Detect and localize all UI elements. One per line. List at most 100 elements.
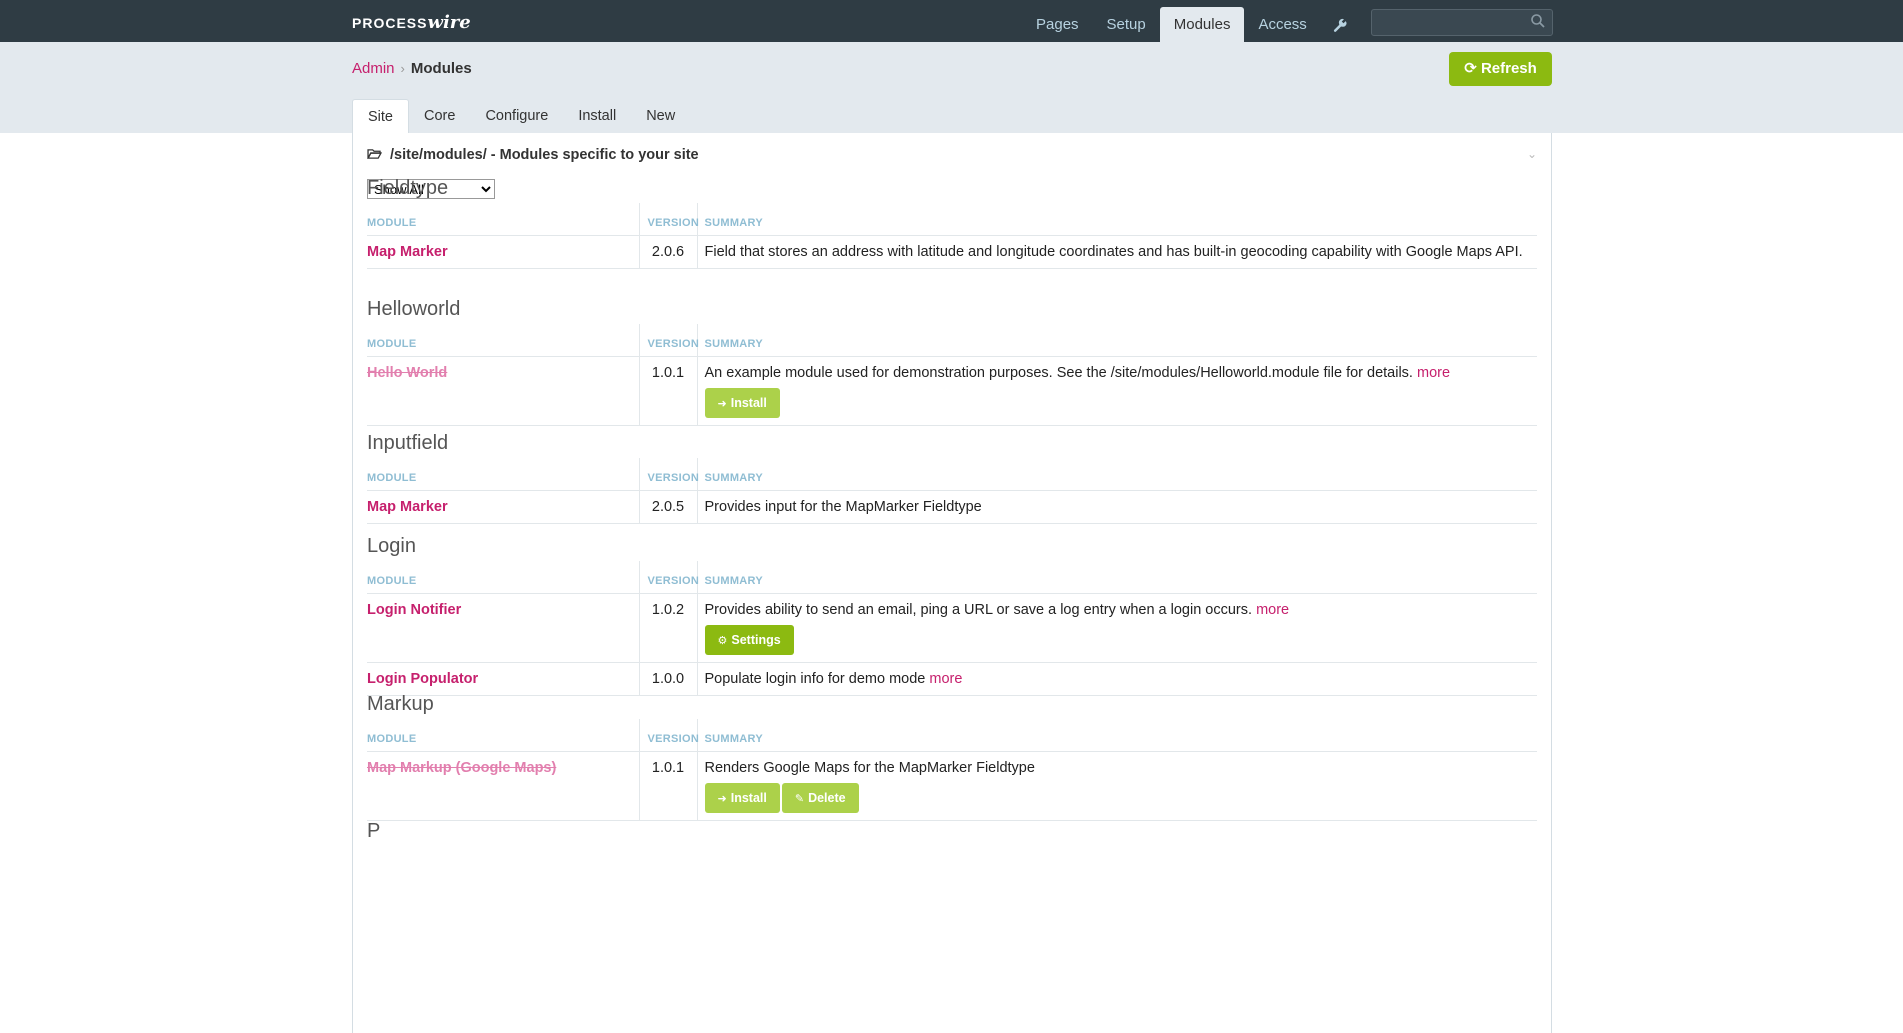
table-row: Login Notifier 1.0.2 Provides ability to s…: [367, 593, 1537, 663]
module-link[interactable]: Hello World: [367, 365, 447, 381]
column-header-summary: SUMMARY: [696, 324, 1537, 357]
tab-site[interactable]: Site: [352, 99, 409, 134]
more-link[interactable]: more: [1417, 365, 1450, 381]
column-header-module: MODULE: [367, 203, 639, 236]
install-button-label: Install: [730, 791, 767, 805]
module-group-p: P: [367, 820, 1537, 846]
summary-text: Populate login info for demo mode: [704, 671, 926, 687]
module-cell: Login Notifier: [367, 593, 639, 663]
column-header-summary: SUMMARY: [696, 561, 1537, 594]
summary-text: Provides ability to send an email, ping …: [704, 602, 1253, 618]
top-navbar: PROCESSwire Pages Setup Modules Access: [0, 0, 1903, 42]
module-link[interactable]: Login Notifier: [367, 602, 461, 618]
settings-button[interactable]: ⚙ Settings: [704, 625, 794, 655]
nav-item-pages[interactable]: Pages: [1022, 7, 1093, 42]
summary-cell: Provides input for the MapMarker Fieldty…: [696, 490, 1537, 524]
panel-heading-text: /site/modules/ - Modules specific to you…: [390, 147, 699, 163]
module-group-helloworld: Helloworld MODULE VERSION SUMMARY Hello Worl…: [367, 298, 1537, 426]
settings-button-label: Settings: [731, 633, 781, 647]
column-header-module: MODULE: [367, 561, 639, 594]
summary-cell: Renders Google Maps for the MapMarker Fi…: [696, 751, 1537, 821]
module-link[interactable]: Map Marker: [367, 499, 448, 515]
group-heading: Login: [367, 535, 416, 557]
more-link[interactable]: more: [1256, 602, 1289, 618]
module-cell: Login Populator: [367, 662, 639, 696]
module-group-markup: Markup MODULE VERSION SUMMARY Map Markup (Go…: [367, 693, 1537, 821]
summary-cell: Field that stores an address with latitu…: [696, 235, 1537, 269]
folder-open-icon: [366, 149, 383, 159]
tab-configure[interactable]: Configure: [470, 99, 563, 133]
more-link[interactable]: more: [929, 671, 962, 687]
modules-table: MODULE VERSION SUMMARY Hello World 1.0.1 An e…: [367, 324, 1537, 426]
eraser-icon: ✎: [794, 793, 805, 805]
breadcrumb: Admin › Modules: [352, 60, 472, 77]
page-title: Modules: [410, 60, 472, 77]
nav-item-modules[interactable]: Modules: [1159, 7, 1245, 42]
version-cell: 1.0.0: [638, 662, 697, 696]
refresh-button-label: Refresh: [1480, 60, 1537, 77]
nav-item-access[interactable]: Access: [1244, 7, 1320, 42]
breadcrumb-admin-link[interactable]: Admin: [352, 60, 395, 77]
row-actions: ⚙ Settings: [704, 621, 1528, 657]
column-header-module: MODULE: [367, 458, 639, 491]
tab-new[interactable]: New: [631, 99, 690, 133]
modules-table: MODULE VERSION SUMMARY Map Marker 2.0.6 Field…: [367, 203, 1537, 269]
module-cell: Map Marker: [367, 235, 639, 269]
refresh-icon: ⟳: [1464, 60, 1477, 77]
summary-text: An example module used for demonstration…: [704, 365, 1413, 381]
delete-button-label: Delete: [808, 791, 846, 805]
install-button-label: Install: [730, 396, 767, 410]
table-row: Map Markup (Google Maps) 1.0.1 Renders Goo…: [367, 751, 1537, 821]
chevron-down-icon[interactable]: ⌄: [1527, 147, 1537, 161]
group-heading: Fieldtype: [367, 177, 449, 199]
panel-heading[interactable]: /site/modules/ - Modules specific to you…: [366, 147, 699, 163]
column-header-summary: SUMMARY: [696, 719, 1537, 752]
install-button[interactable]: ➜ Install: [704, 783, 780, 813]
group-heading: Helloworld: [367, 298, 461, 320]
search-box: [1371, 9, 1553, 36]
module-tabs: Site Core Configure Install New: [352, 99, 690, 134]
delete-button[interactable]: ✎ Delete: [781, 783, 859, 813]
module-link[interactable]: Login Populator: [367, 671, 478, 687]
tab-core[interactable]: Core: [409, 99, 470, 133]
module-link[interactable]: Map Marker: [367, 244, 448, 260]
search-icon[interactable]: [1530, 13, 1546, 29]
table-row: Hello World 1.0.1 An example module used f…: [367, 356, 1537, 426]
header-band: Admin › Modules ⟳ Refresh Site Core Config…: [0, 42, 1903, 134]
column-header-version: VERSION: [638, 719, 699, 752]
modules-table: MODULE VERSION SUMMARY Map Markup (Google M…: [367, 719, 1537, 821]
table-row: Map Marker 2.0.5 Provides input for the Ma…: [367, 490, 1537, 524]
search-input[interactable]: [1376, 12, 1520, 33]
row-actions: ➜ Install ✎ Delete: [704, 779, 1528, 815]
group-heading: Markup: [367, 693, 434, 715]
column-header-version: VERSION: [638, 458, 699, 491]
processwire-logo[interactable]: PROCESSwire: [352, 12, 471, 33]
column-header-summary: SUMMARY: [696, 203, 1537, 236]
breadcrumb-separator: ›: [400, 61, 405, 76]
table-row: Login Populator 1.0.0 Populate login info …: [367, 662, 1537, 696]
nav-item-setup[interactable]: Setup: [1093, 7, 1160, 42]
tab-install[interactable]: Install: [563, 99, 631, 133]
install-button[interactable]: ➜ Install: [704, 388, 780, 418]
row-actions: ➜ Install: [704, 384, 1528, 420]
main-nav: Pages Setup Modules Access: [1022, 7, 1359, 42]
version-cell: 1.0.1: [638, 751, 697, 821]
version-cell: 2.0.6: [638, 235, 697, 269]
summary-text: Renders Google Maps for the MapMarker Fi…: [704, 760, 1035, 776]
summary-cell: Populate login info for demo mode more: [696, 662, 1537, 696]
group-heading: Inputfield: [367, 432, 449, 454]
refresh-button[interactable]: ⟳ Refresh: [1449, 52, 1552, 86]
module-link[interactable]: Map Markup (Google Maps): [367, 760, 556, 776]
module-group-fieldtype: Fieldtype MODULE VERSION SUMMARY Map Marker 2…: [367, 177, 1537, 269]
version-cell: 1.0.1: [638, 356, 697, 426]
module-cell: Map Markup (Google Maps): [367, 751, 639, 821]
summary-cell: Provides ability to send an email, ping …: [696, 593, 1537, 663]
sign-in-icon: ➜: [717, 793, 727, 805]
summary-cell: An example module used for demonstration…: [696, 356, 1537, 426]
wrench-icon[interactable]: [1321, 7, 1359, 42]
gear-icon: ⚙: [717, 635, 728, 647]
module-cell: Map Marker: [367, 490, 639, 524]
module-cell: Hello World: [367, 356, 639, 426]
group-heading: P: [367, 820, 381, 842]
column-header-version: VERSION: [638, 203, 699, 236]
